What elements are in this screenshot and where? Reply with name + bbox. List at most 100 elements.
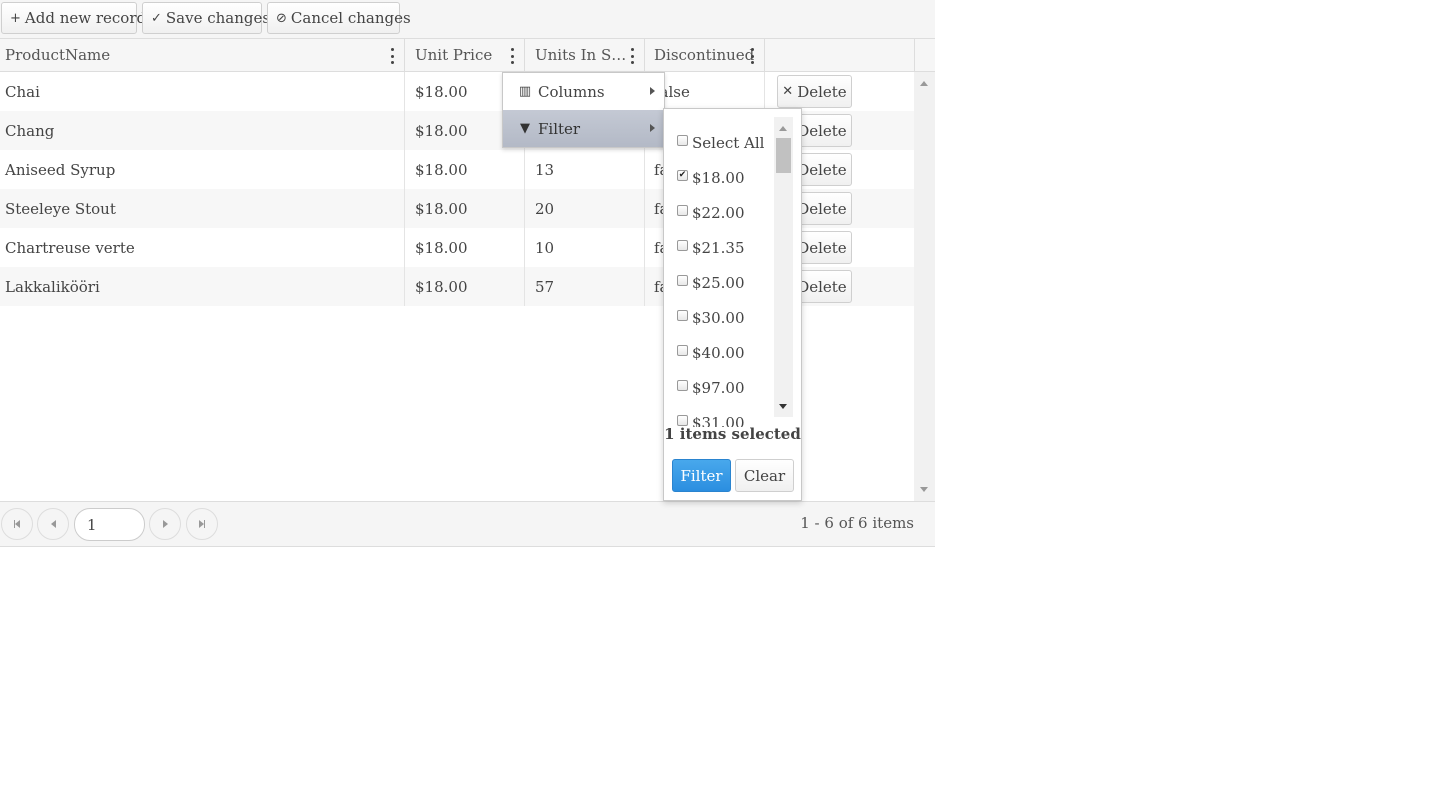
checkbox[interactable] <box>677 134 688 146</box>
scrollbar-thumb[interactable] <box>776 138 791 173</box>
checkbox[interactable] <box>677 379 688 391</box>
previous-page-button[interactable] <box>37 508 69 540</box>
checkbox[interactable] <box>677 344 688 356</box>
grid-header: ProductName Unit Price Units In St... Di… <box>0 39 935 72</box>
column-menu-icon[interactable] <box>629 48 635 64</box>
cell-unit-price[interactable]: $18.00 <box>405 228 525 267</box>
cell-product-name[interactable]: Aniseed Syrup <box>0 150 405 189</box>
add-new-record-label: Add new record <box>24 9 147 27</box>
delete-label: Delete <box>797 121 847 140</box>
filter-panel: Select All ✔ $18.00 $22.00 $21.35 $25.00 … <box>663 108 802 501</box>
column-menu-icon[interactable] <box>389 48 395 64</box>
cell-product-name[interactable]: Chartreuse verte <box>0 228 405 267</box>
cell-product-name[interactable]: Chai <box>0 72 405 111</box>
cell-units-in-stock[interactable]: 57 <box>525 267 645 306</box>
column-header-productname[interactable]: ProductName <box>0 39 405 71</box>
checkbox[interactable] <box>677 239 688 251</box>
filter-option-label: $18.00 <box>692 169 745 187</box>
cell-units-in-stock[interactable]: 20 <box>525 189 645 228</box>
filter-option[interactable]: $97.00 <box>677 377 745 399</box>
cell-product-name[interactable]: Lakkalikööri <box>0 267 405 306</box>
column-header-units-in-stock[interactable]: Units In St... <box>525 39 645 71</box>
next-page-icon <box>162 520 168 528</box>
menu-item-columns[interactable]: ▥ Columns <box>503 73 664 110</box>
first-page-icon <box>14 520 20 528</box>
filter-option[interactable]: $22.00 <box>677 202 745 224</box>
add-new-record-button[interactable]: + Add new record <box>1 2 146 34</box>
pager-info: 1 - 6 of 6 items <box>800 514 914 532</box>
filter-option-label: $25.00 <box>692 274 745 292</box>
filter-checkbox-list: Select All ✔ $18.00 $22.00 $21.35 $25.00 … <box>664 117 774 427</box>
cell-unit-price[interactable]: $18.00 <box>405 267 525 306</box>
delete-label: Delete <box>797 277 847 296</box>
selected-count: 1 items selected <box>664 425 801 443</box>
columns-icon: ▥ <box>518 84 532 99</box>
filter-option[interactable]: $30.00 <box>677 307 745 329</box>
cell-product-name[interactable]: Steeleye Stout <box>0 189 405 228</box>
clear-filter-button[interactable]: Clear <box>735 459 794 492</box>
filter-option-select-all[interactable]: Select All <box>677 132 764 154</box>
filter-option-label: $30.00 <box>692 309 745 327</box>
check-icon: ✓ <box>151 10 162 26</box>
cancel-changes-button[interactable]: ⊘ Cancel changes <box>267 2 411 34</box>
filter-option-label: $97.00 <box>692 379 745 397</box>
filter-option[interactable]: $21.35 <box>677 237 745 259</box>
column-header-discontinued[interactable]: Discontinued <box>645 39 765 71</box>
cell-units-in-stock[interactable]: 10 <box>525 228 645 267</box>
filter-option[interactable]: $25.00 <box>677 272 745 294</box>
table-row[interactable]: Chai $18.00 39 false ✕Delete <box>0 72 914 111</box>
column-header-commands <box>765 39 915 71</box>
cell-unit-price[interactable]: $18.00 <box>405 150 525 189</box>
previous-page-icon <box>50 520 56 528</box>
grid-vertical-scrollbar[interactable] <box>914 72 935 501</box>
page-number-input[interactable] <box>74 508 145 541</box>
delete-button[interactable]: ✕Delete <box>777 75 852 108</box>
scroll-up-arrow-icon[interactable] <box>779 126 787 131</box>
filter-option-label: $40.00 <box>692 344 745 362</box>
next-page-button[interactable] <box>149 508 181 540</box>
plus-icon: + <box>10 10 21 26</box>
last-page-icon <box>199 520 205 528</box>
column-title: ProductName <box>5 46 111 64</box>
column-title: Units In St... <box>535 46 627 64</box>
grid-pager: 1 - 6 of 6 items <box>0 501 935 546</box>
scroll-down-arrow-icon[interactable] <box>920 487 928 492</box>
save-changes-button[interactable]: ✓ Save changes <box>142 2 270 34</box>
checkbox[interactable] <box>677 274 688 286</box>
last-page-button[interactable] <box>186 508 218 540</box>
menu-item-label: Columns <box>538 82 605 101</box>
apply-filter-button[interactable]: Filter <box>672 459 731 492</box>
cell-units-in-stock[interactable]: 13 <box>525 150 645 189</box>
filter-icon: ▼ <box>520 121 530 136</box>
cancel-icon: ⊘ <box>276 10 287 26</box>
grid-toolbar: + Add new record ✓ Save changes ⊘ Cancel… <box>0 0 935 39</box>
save-changes-label: Save changes <box>165 9 271 27</box>
delete-label: Delete <box>797 199 847 218</box>
close-icon: ✕ <box>782 84 794 99</box>
column-menu-icon[interactable] <box>509 48 515 64</box>
delete-label: Delete <box>797 238 847 257</box>
filter-list-scrollbar[interactable] <box>774 117 793 417</box>
scroll-down-arrow-icon[interactable] <box>779 404 787 409</box>
filter-option[interactable]: $40.00 <box>677 342 745 364</box>
cancel-changes-label: Cancel changes <box>290 9 411 27</box>
checkbox[interactable] <box>677 309 688 321</box>
column-menu-icon[interactable] <box>749 48 755 64</box>
scroll-up-arrow-icon[interactable] <box>920 81 928 86</box>
checkbox-checked[interactable]: ✔ <box>677 169 688 181</box>
column-title: Discontinued <box>654 46 755 64</box>
filter-option-label: $21.35 <box>692 239 745 257</box>
column-header-unit-price[interactable]: Unit Price <box>405 39 525 71</box>
filter-option[interactable]: ✔ $18.00 <box>677 167 745 189</box>
column-menu: ▥ Columns ▼ Filter <box>502 72 665 148</box>
menu-item-filter[interactable]: ▼ Filter <box>503 110 664 147</box>
first-page-button[interactable] <box>1 508 33 540</box>
filter-option-label: $22.00 <box>692 204 745 222</box>
column-title: Unit Price <box>415 46 493 64</box>
chevron-right-icon <box>650 87 655 95</box>
cell-unit-price[interactable]: $18.00 <box>405 189 525 228</box>
cell-product-name[interactable]: Chang <box>0 111 405 150</box>
checkbox[interactable] <box>677 414 688 426</box>
checkbox[interactable] <box>677 204 688 216</box>
delete-label: Delete <box>797 160 847 179</box>
